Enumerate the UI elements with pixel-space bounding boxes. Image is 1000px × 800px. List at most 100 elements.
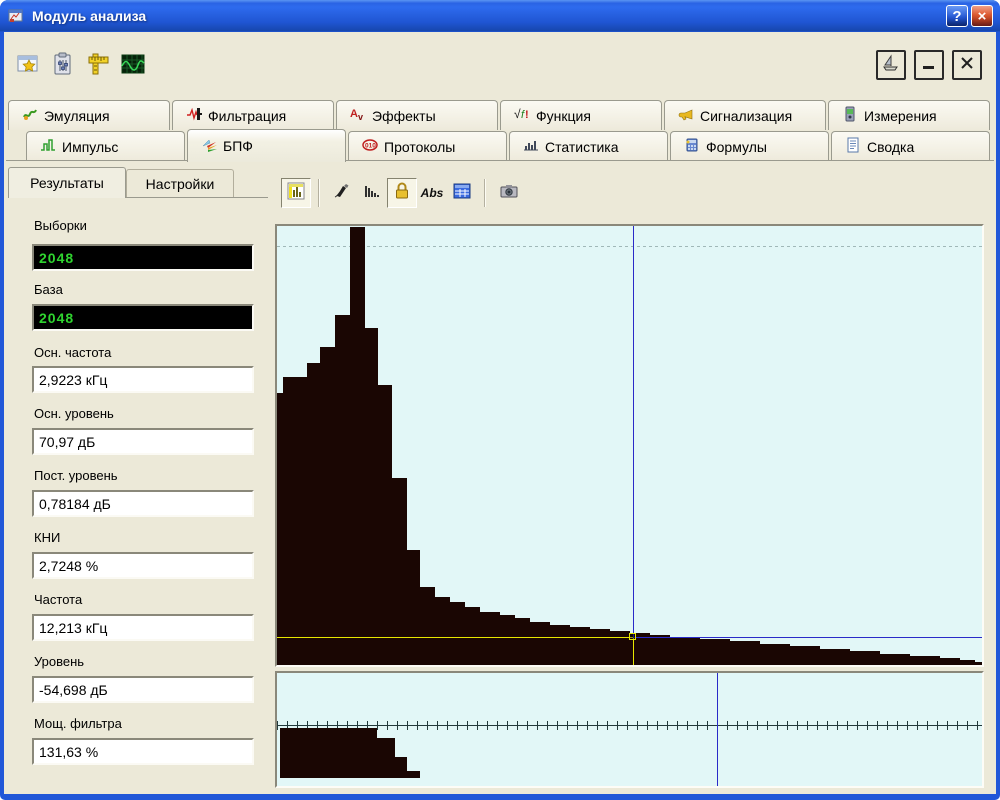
tab-protocols[interactable]: 010 Протоколы bbox=[348, 131, 507, 161]
lock-button[interactable] bbox=[387, 178, 417, 208]
minimize-button[interactable] bbox=[914, 50, 944, 80]
tab-fft-active[interactable]: БПФ bbox=[187, 129, 346, 162]
tab-formulas[interactable]: Формулы bbox=[670, 131, 829, 161]
tab-signaling[interactable]: Сигнализация bbox=[664, 100, 826, 130]
effects-icon: Av bbox=[350, 106, 366, 125]
fundamental-level-field[interactable]: 70,97 дБ bbox=[32, 428, 254, 455]
spectrum-bar bbox=[500, 615, 515, 665]
spectrum-bar bbox=[450, 602, 465, 665]
favorites-window-button[interactable] bbox=[12, 50, 44, 82]
tab-label: Протоколы bbox=[384, 139, 455, 155]
data-table-button[interactable] bbox=[447, 178, 477, 208]
tab-summary[interactable]: Сводка bbox=[831, 131, 990, 161]
tab-filtration[interactable]: Фильтрация bbox=[172, 100, 334, 130]
spectrum-bar bbox=[283, 377, 307, 665]
spectrum-view-button[interactable] bbox=[281, 178, 311, 208]
samples-field[interactable]: 2048 bbox=[32, 244, 254, 271]
measure-ruler-button[interactable] bbox=[82, 50, 114, 82]
frequency-field[interactable]: 12,213 кГц bbox=[32, 614, 254, 641]
tab-effects[interactable]: Av Эффекты bbox=[336, 100, 498, 130]
pen-draw-button[interactable] bbox=[327, 178, 357, 208]
impulse-icon bbox=[40, 137, 56, 156]
spectrum-bar bbox=[590, 629, 610, 665]
spectrum-bar bbox=[670, 637, 700, 665]
filter-power-label: Мощ. фильтра bbox=[34, 716, 122, 731]
cursor-vertical-yellow bbox=[633, 637, 634, 665]
fft-spectrum-plot[interactable] bbox=[277, 226, 982, 665]
tab-emulation[interactable]: Эмуляция bbox=[8, 100, 170, 130]
help-button[interactable]: ? bbox=[946, 5, 968, 27]
report-settings-icon bbox=[50, 51, 76, 82]
spectrum-bar bbox=[480, 612, 500, 665]
report-settings-button[interactable] bbox=[47, 50, 79, 82]
level-field[interactable]: -54,698 дБ bbox=[32, 676, 254, 703]
tab-label: Сигнализация bbox=[700, 108, 792, 124]
titlebar[interactable]: Модуль анализа ? × bbox=[0, 0, 1000, 32]
filtration-icon bbox=[186, 106, 202, 125]
tab-divider-line bbox=[6, 160, 994, 161]
thd-field[interactable]: 2,7248 % bbox=[32, 552, 254, 579]
signaling-icon bbox=[678, 106, 694, 125]
dc-level-field[interactable]: 0,78184 дБ bbox=[32, 490, 254, 517]
spectrum-bar bbox=[960, 660, 975, 665]
spectrum-bar bbox=[910, 656, 940, 665]
minimize-icon bbox=[919, 53, 939, 78]
secondary-chart-panel bbox=[275, 671, 984, 788]
close-window-button[interactable] bbox=[952, 50, 982, 80]
tab-row-1: Эмуляция Фильтрация Av Эффекты √f! Функц… bbox=[8, 99, 992, 130]
app-icon bbox=[7, 6, 27, 26]
spectrum-bar bbox=[407, 550, 420, 665]
spectrum-bar bbox=[940, 658, 960, 665]
oscilloscope-icon bbox=[120, 51, 146, 82]
thd-label: КНИ bbox=[34, 530, 60, 545]
spectrum-bar bbox=[730, 641, 760, 665]
spectrum-bar bbox=[280, 728, 377, 778]
subtab-results[interactable]: Результаты bbox=[8, 167, 126, 198]
main-chart-panel bbox=[275, 224, 984, 667]
spectrum-bar bbox=[407, 771, 420, 778]
fundamental-level-label: Осн. уровень bbox=[34, 406, 114, 421]
spectrum-bar bbox=[515, 618, 530, 665]
tab-label: Фильтрация bbox=[208, 108, 286, 124]
fundamental-freq-field[interactable]: 2,9223 кГц bbox=[32, 366, 254, 393]
subtab-settings[interactable]: Настройки bbox=[126, 169, 234, 197]
data-table-icon bbox=[452, 181, 472, 206]
tab-label: Сводка bbox=[867, 139, 914, 155]
spectrum-bar bbox=[377, 738, 395, 778]
summary-icon bbox=[845, 137, 861, 156]
cursor-horizontal-blue bbox=[633, 637, 982, 638]
protocols-icon: 010 bbox=[362, 137, 378, 156]
spectrum-bar bbox=[420, 587, 435, 665]
base-label: База bbox=[34, 282, 63, 297]
dock-panel-button[interactable] bbox=[876, 50, 906, 80]
spectrum-bar bbox=[365, 328, 378, 665]
titlebar-close-button[interactable]: × bbox=[971, 5, 993, 27]
filter-power-field[interactable]: 131,63 % bbox=[32, 738, 254, 765]
statistics-icon bbox=[523, 137, 539, 156]
spectrum-bar bbox=[650, 635, 670, 665]
function-icon: √f! bbox=[514, 106, 530, 125]
spectrum-bar bbox=[350, 227, 365, 665]
tab-statistics[interactable]: Статистика bbox=[509, 131, 668, 161]
tab-measurements[interactable]: Измерения bbox=[828, 100, 990, 130]
tab-row-2: Импульс БПФ 010 Протоколы Статистика Фор… bbox=[26, 130, 992, 163]
cursor-vertical-line bbox=[717, 673, 718, 786]
spectrum-bar bbox=[760, 644, 790, 665]
svg-text:√: √ bbox=[514, 107, 521, 121]
oscilloscope-button[interactable] bbox=[117, 50, 149, 82]
abs-mode-button[interactable]: Abs bbox=[417, 178, 447, 208]
secondary-strip-plot[interactable] bbox=[277, 673, 982, 786]
measure-ruler-icon bbox=[85, 51, 111, 82]
tab-label: Функция bbox=[536, 108, 591, 124]
lock-icon bbox=[392, 181, 412, 206]
formulas-icon bbox=[684, 137, 700, 156]
spectrum-bar bbox=[850, 651, 880, 665]
svg-text:A: A bbox=[350, 108, 358, 120]
snapshot-camera-button[interactable] bbox=[494, 178, 524, 208]
tab-function[interactable]: √f! Функция bbox=[500, 100, 662, 130]
tab-impulse[interactable]: Импульс bbox=[26, 131, 185, 161]
spectrum-bar bbox=[530, 622, 550, 665]
histogram-bars-button[interactable] bbox=[357, 178, 387, 208]
base-field[interactable]: 2048 bbox=[32, 304, 254, 331]
svg-text:v: v bbox=[358, 112, 363, 122]
